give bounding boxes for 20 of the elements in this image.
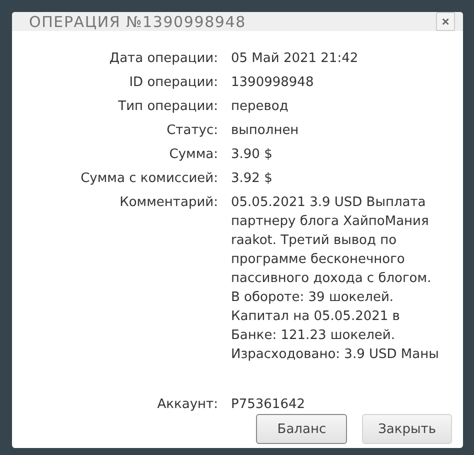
close-dialog-button[interactable]: Закрыть bbox=[362, 414, 452, 444]
field-value: перевод bbox=[231, 98, 290, 116]
field-value: 05 Май 2021 21:42 bbox=[231, 50, 360, 68]
field-label: Комментарий: bbox=[118, 194, 218, 212]
close-button[interactable]: × bbox=[436, 12, 455, 31]
field-value: 05.05.2021 3.9 USD Выплата партнеру блога ХайпоМания raakot. Третий вывод по программе бесконечного пассивного дохода с блогом. В обороте: 39 шокелей. Капитал на 05.05.2021 в Банке: 121.23 шокелей. Израсходовано: 3.9 USD Маны bbox=[231, 194, 440, 364]
field-label: Дата операции: bbox=[108, 50, 218, 68]
field-label: Сумма: bbox=[168, 146, 218, 164]
field-label: Статус: bbox=[166, 122, 218, 140]
field-label: ID операции: bbox=[128, 74, 218, 92]
field-value: 3.92 $ bbox=[231, 170, 274, 188]
dialog-title: ОПЕРАЦИЯ №1390998948 bbox=[29, 12, 246, 30]
field-label: Аккаунт: bbox=[156, 396, 218, 414]
field-value: P75361642 bbox=[231, 396, 306, 414]
field-label: Тип операции: bbox=[117, 98, 218, 116]
balance-button[interactable]: Баланс bbox=[256, 414, 348, 444]
field-value: 1390998948 bbox=[231, 74, 315, 92]
field-value: 3.90 $ bbox=[231, 146, 274, 164]
field-value: выполнен bbox=[231, 122, 300, 140]
field-label: Сумма с комиссией: bbox=[80, 170, 218, 188]
